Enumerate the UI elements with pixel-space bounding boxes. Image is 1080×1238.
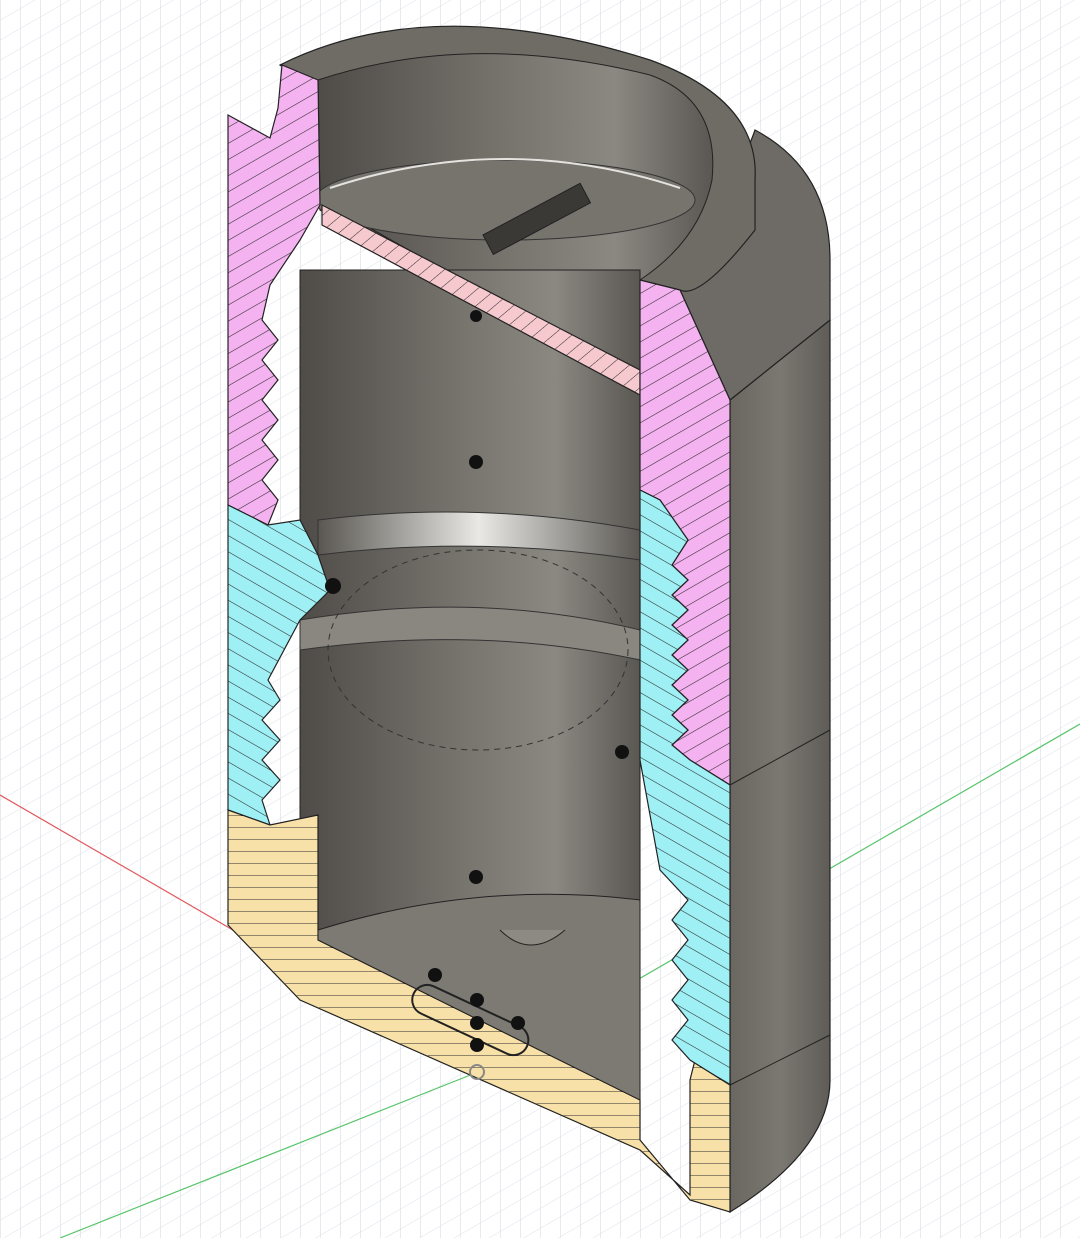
outer-shell-surface (729, 318, 831, 1214)
sketch-point (428, 968, 442, 982)
sketch-point (615, 745, 629, 759)
sketch-point (470, 1038, 484, 1052)
sketch-point (470, 1016, 484, 1030)
sketch-point (469, 870, 483, 884)
sketch-point (511, 1016, 525, 1030)
sketch-point (469, 455, 483, 469)
design-viewport[interactable] (0, 0, 1080, 1238)
viewport-canvas[interactable] (0, 0, 1080, 1238)
sketch-point (470, 993, 484, 1007)
sketch-point (470, 310, 482, 322)
sketch-point (325, 578, 341, 594)
